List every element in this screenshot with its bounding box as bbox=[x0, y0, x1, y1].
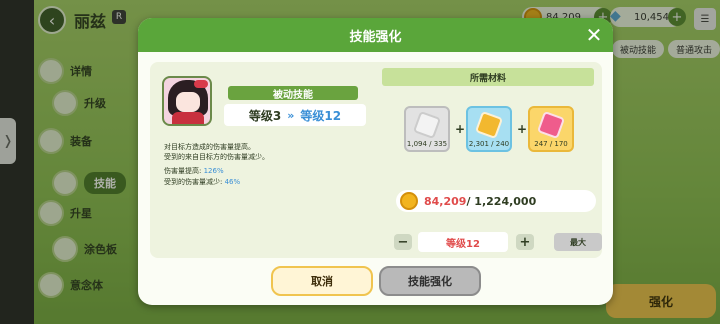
stat-damage-increase: 伤害量提高: 126% bbox=[164, 167, 224, 175]
skill-description: 对目标方造成的伤害量提高。 受到的来自目标方的伤害量减少。 bbox=[164, 142, 269, 162]
character-portrait bbox=[162, 76, 212, 126]
skill-type-label: 被动技能 bbox=[228, 86, 358, 101]
skill-upgrade-button[interactable]: 技能强化 bbox=[379, 266, 481, 296]
common-material-icon bbox=[412, 110, 442, 140]
dialog-title: 技能强化 bbox=[349, 29, 402, 45]
gold-cost: 84,209 / 1,224,000 bbox=[396, 190, 596, 212]
decrease-level-button[interactable]: − bbox=[394, 234, 412, 250]
double-chevron-right-icon: » bbox=[287, 108, 295, 122]
current-level: 等级3 bbox=[248, 108, 282, 123]
increase-level-button[interactable]: + bbox=[516, 234, 534, 250]
gold-owned: 84,209 bbox=[424, 194, 467, 208]
material-epic[interactable]: 247 / 170 bbox=[528, 106, 574, 152]
dialog-header: 技能强化 ✕ bbox=[138, 18, 613, 52]
material-count: 247 / 170 bbox=[534, 140, 568, 148]
cancel-button[interactable]: 取消 bbox=[271, 266, 373, 296]
target-level-display: 等级12 bbox=[418, 232, 508, 252]
gold-required: / 1,224,000 bbox=[466, 194, 537, 208]
material-rare[interactable]: 2,301 / 240 bbox=[466, 106, 512, 152]
skill-stats: 伤害量提高: 126% 受到的伤害量减少: 46% bbox=[164, 166, 240, 188]
description-line: 受到的来自目标方的伤害量减少。 bbox=[164, 153, 269, 161]
rare-material-icon bbox=[474, 110, 504, 140]
dialog-body: 被动技能 等级3 » 等级12 对目标方造成的伤害量提高。 受到的来自目标方的伤… bbox=[150, 62, 602, 258]
description-line: 对目标方造成的伤害量提高。 bbox=[164, 143, 255, 151]
max-level-button[interactable]: 最大 bbox=[554, 233, 602, 251]
level-change: 等级3 » 等级12 bbox=[224, 104, 366, 126]
plus-icon: + bbox=[517, 122, 528, 136]
materials-header: 所需材料 bbox=[382, 68, 594, 86]
stat-damage-reduction: 受到的伤害量减少: 46% bbox=[164, 178, 241, 186]
material-common[interactable]: 1,094 / 335 bbox=[404, 106, 450, 152]
epic-material-icon bbox=[536, 110, 566, 140]
material-count: 1,094 / 335 bbox=[406, 140, 448, 148]
material-count: 2,301 / 240 bbox=[468, 140, 510, 148]
skill-upgrade-dialog: 技能强化 ✕ 被动技能 等级3 » 等级12 对目标方造成的伤害量提高。 受到的… bbox=[138, 18, 613, 305]
gold-coin-icon bbox=[400, 192, 418, 210]
plus-icon: + bbox=[455, 122, 466, 136]
target-level: 等级12 bbox=[300, 108, 342, 123]
close-button[interactable]: ✕ bbox=[583, 23, 605, 47]
